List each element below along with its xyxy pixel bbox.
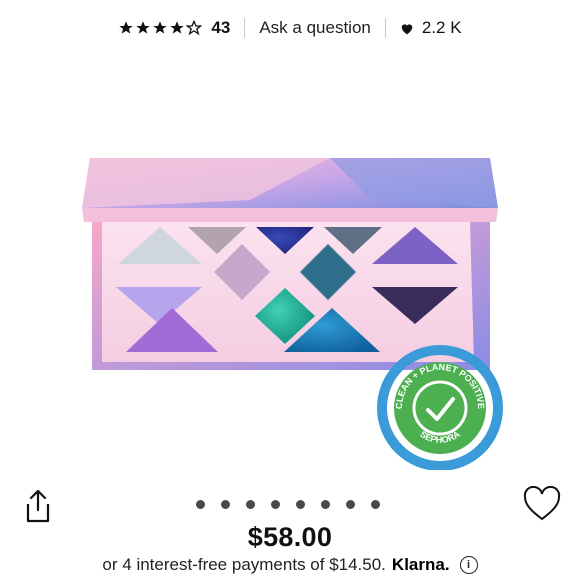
star-icon bbox=[136, 21, 151, 34]
carousel-dot[interactable] bbox=[346, 500, 355, 509]
divider bbox=[244, 18, 246, 38]
carousel-dot[interactable] bbox=[296, 500, 305, 509]
carousel-dot[interactable] bbox=[371, 500, 380, 509]
carousel-dot[interactable] bbox=[246, 500, 255, 509]
info-icon[interactable]: i bbox=[459, 556, 478, 574]
share-icon[interactable] bbox=[22, 488, 54, 524]
klarna-logo: Klarna. bbox=[391, 555, 450, 574]
palette-lid-edge bbox=[82, 208, 498, 222]
carousel-dot[interactable] bbox=[221, 500, 230, 509]
carousel-dot[interactable] bbox=[271, 500, 280, 509]
star-icon bbox=[153, 21, 168, 34]
star-outline-icon bbox=[186, 20, 203, 36]
ask-question-link[interactable]: Ask a question bbox=[259, 18, 371, 38]
installments-text: or 4 interest-free payments of $14.50. bbox=[102, 555, 386, 574]
carousel-pagination[interactable] bbox=[196, 500, 380, 509]
product-meta-bar: 43 Ask a question 2.2 K bbox=[0, 8, 580, 48]
review-count[interactable]: 43 bbox=[211, 18, 230, 38]
carousel-dot[interactable] bbox=[196, 500, 205, 509]
product-price: $58.00 bbox=[247, 522, 333, 552]
star-icon bbox=[119, 21, 134, 34]
star-icon bbox=[170, 21, 185, 34]
heart-filled-icon bbox=[401, 23, 413, 34]
heart-outline-icon[interactable] bbox=[522, 486, 562, 522]
rating-stars[interactable]: 43 bbox=[118, 18, 230, 38]
installments-row: or 4 interest-free payments of $14.50. K… bbox=[0, 555, 580, 575]
divider bbox=[384, 18, 386, 38]
loves-count[interactable]: 2.2 K bbox=[400, 18, 462, 38]
clean-planet-positive-badge: CLEAN + PLANET POSITIVE SEPHORA bbox=[377, 345, 503, 470]
product-image[interactable]: CLEAN + PLANET POSITIVE SEPHORA bbox=[70, 140, 510, 470]
carousel-dot[interactable] bbox=[321, 500, 330, 509]
loves-count-text: 2.2 K bbox=[421, 18, 462, 37]
